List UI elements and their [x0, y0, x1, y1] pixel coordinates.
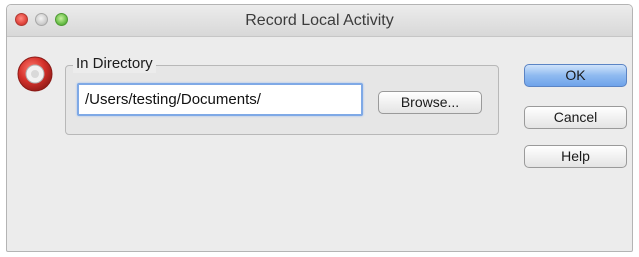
directory-path-input[interactable]: [77, 83, 363, 116]
in-directory-label: In Directory: [73, 55, 156, 73]
help-button[interactable]: Help: [524, 145, 627, 168]
browse-button[interactable]: Browse...: [378, 91, 482, 114]
window-title: Record Local Activity: [245, 12, 394, 29]
record-icon: [17, 56, 53, 92]
title-bar[interactable]: Record Local Activity: [7, 5, 632, 37]
cancel-button[interactable]: Cancel: [524, 106, 627, 129]
ok-button[interactable]: OK: [524, 64, 627, 87]
record-local-activity-dialog: Record Local Activity In Directory Brows…: [6, 4, 633, 252]
